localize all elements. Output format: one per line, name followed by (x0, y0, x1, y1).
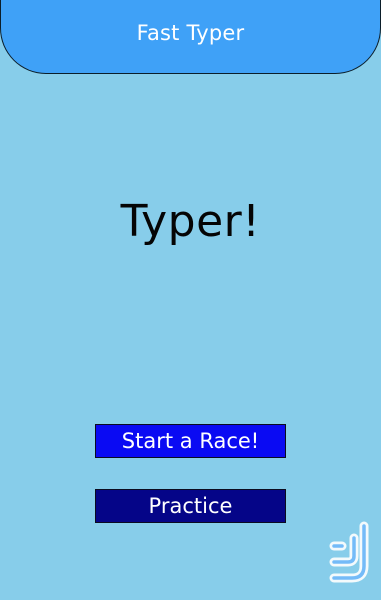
app-header: Fast Typer (0, 0, 381, 74)
practice-button[interactable]: Practice (95, 489, 286, 523)
store-logo-icon (322, 516, 374, 588)
app-screen: Fast Typer Typer! Start a Race! Practice (0, 0, 381, 600)
app-title: Fast Typer (136, 20, 245, 45)
hero-title: Typer! (120, 196, 261, 247)
start-race-button[interactable]: Start a Race! (95, 424, 286, 458)
